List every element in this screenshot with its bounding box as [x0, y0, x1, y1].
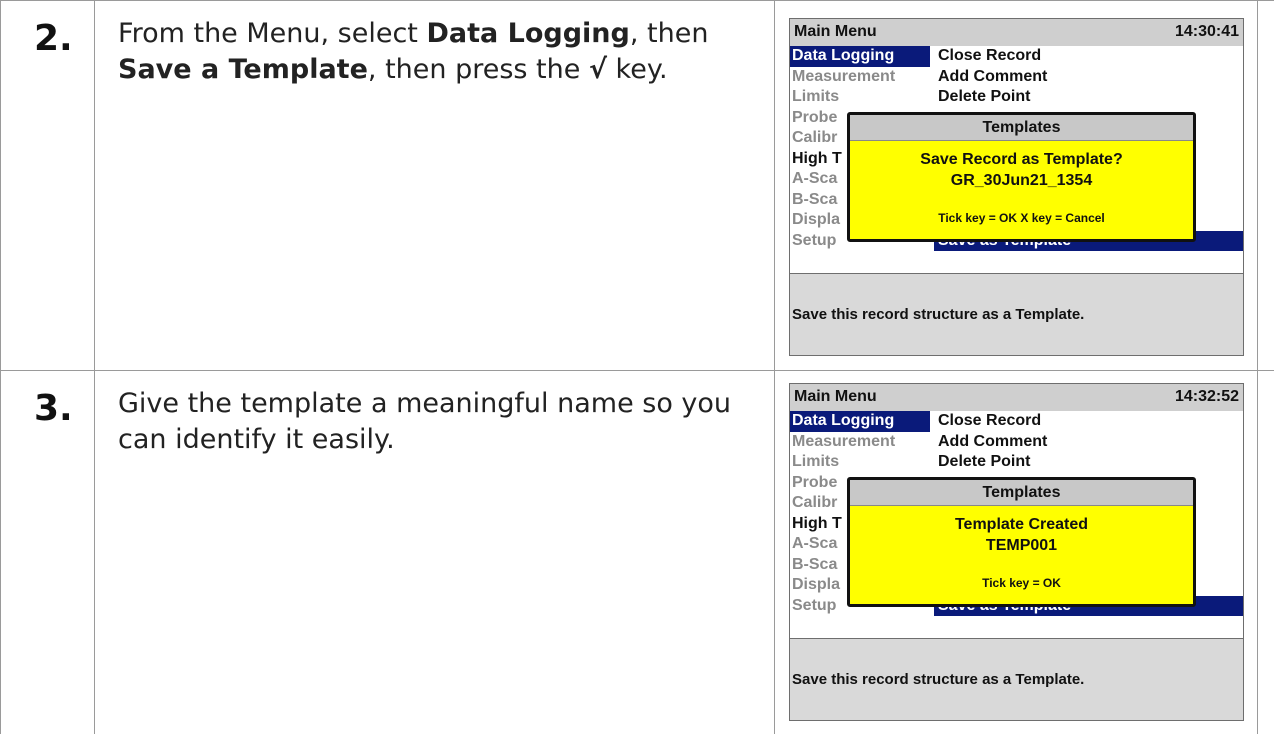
dialog-title: Templates: [850, 480, 1193, 506]
dialog-message: Save Record as Template?: [920, 151, 1123, 168]
menu-item-data-logging[interactable]: Data Logging: [790, 46, 930, 67]
step-number: 3.: [34, 388, 73, 429]
instruction-emphasis: Save a Template: [118, 54, 368, 85]
screen-title: Main Menu: [794, 23, 877, 40]
screen-title-bar: Main Menu 14:32:52: [790, 384, 1243, 411]
submenu-item-delete-point[interactable]: Delete Point: [934, 87, 1243, 108]
dialog-key-hint: Tick key = OK X key = Cancel: [938, 211, 1105, 225]
status-bar: Save this record structure as a Template…: [790, 274, 1243, 355]
submenu-item-delete-point[interactable]: Delete Point: [934, 452, 1243, 473]
device-screen: Main Menu 14:30:41 Data Logging Measurem…: [789, 18, 1244, 356]
table-row-divider: [0, 370, 1274, 371]
instruction-text: key.: [606, 54, 668, 85]
dialog-key-hint: Tick key = OK: [982, 576, 1061, 590]
instruction-emphasis: Data Logging: [426, 18, 630, 49]
step-instruction: Give the template a meaningful name so y…: [118, 386, 758, 458]
menu-item-data-logging[interactable]: Data Logging: [790, 411, 930, 432]
status-bar: Save this record structure as a Template…: [790, 639, 1243, 720]
screen-clock: 14:30:41: [1174, 23, 1239, 40]
instruction-text: Give the template a meaningful name so y…: [118, 388, 732, 455]
screen-clock: 14:32:52: [1174, 388, 1239, 405]
dialog-title: Templates: [850, 115, 1193, 141]
menu-item-limits[interactable]: Limits: [790, 87, 930, 108]
status-text: Save this record structure as a Template…: [792, 306, 1085, 323]
instruction-text: From the Menu, select: [118, 18, 427, 49]
status-text: Save this record structure as a Template…: [792, 671, 1085, 688]
screen-title-bar: Main Menu 14:30:41: [790, 19, 1243, 46]
table-border-left: [0, 0, 1, 734]
instruction-text: , then press the: [367, 54, 589, 85]
submenu-item-close-record[interactable]: Close Record: [934, 411, 1243, 432]
instruction-table: 2. From the Menu, select Data Logging, t…: [0, 0, 1274, 734]
tick-key-symbol: √: [588, 54, 607, 85]
table-col-divider-2: [774, 0, 775, 734]
templates-dialog: Templates Save Record as Template? GR_30…: [847, 112, 1196, 242]
step-number: 2.: [34, 18, 73, 59]
device-screen: Main Menu 14:32:52 Data Logging Measurem…: [789, 383, 1244, 721]
menu-area: Data Logging Measurement Limits Probe Ca…: [790, 46, 1243, 274]
table-col-divider-1: [94, 0, 95, 734]
table-border-right: [1257, 0, 1258, 734]
templates-dialog: Templates Template Created TEMP001 Tick …: [847, 477, 1196, 607]
instruction-text: , then: [629, 18, 709, 49]
menu-item-measurement[interactable]: Measurement: [790, 67, 930, 88]
dialog-template-name: TEMP001: [985, 537, 1058, 554]
screen-title: Main Menu: [794, 388, 877, 405]
submenu-item-add-comment[interactable]: Add Comment: [934, 67, 1243, 88]
menu-item-limits[interactable]: Limits: [790, 452, 930, 473]
table-border-top: [0, 0, 1274, 1]
step-instruction: From the Menu, select Data Logging, then…: [118, 16, 758, 88]
submenu-item-add-comment[interactable]: Add Comment: [934, 432, 1243, 453]
dialog-record-name: GR_30Jun21_1354: [950, 172, 1093, 189]
dialog-message: Template Created: [954, 516, 1089, 533]
menu-area: Data Logging Measurement Limits Probe Ca…: [790, 411, 1243, 639]
menu-item-measurement[interactable]: Measurement: [790, 432, 930, 453]
submenu-item-close-record[interactable]: Close Record: [934, 46, 1243, 67]
